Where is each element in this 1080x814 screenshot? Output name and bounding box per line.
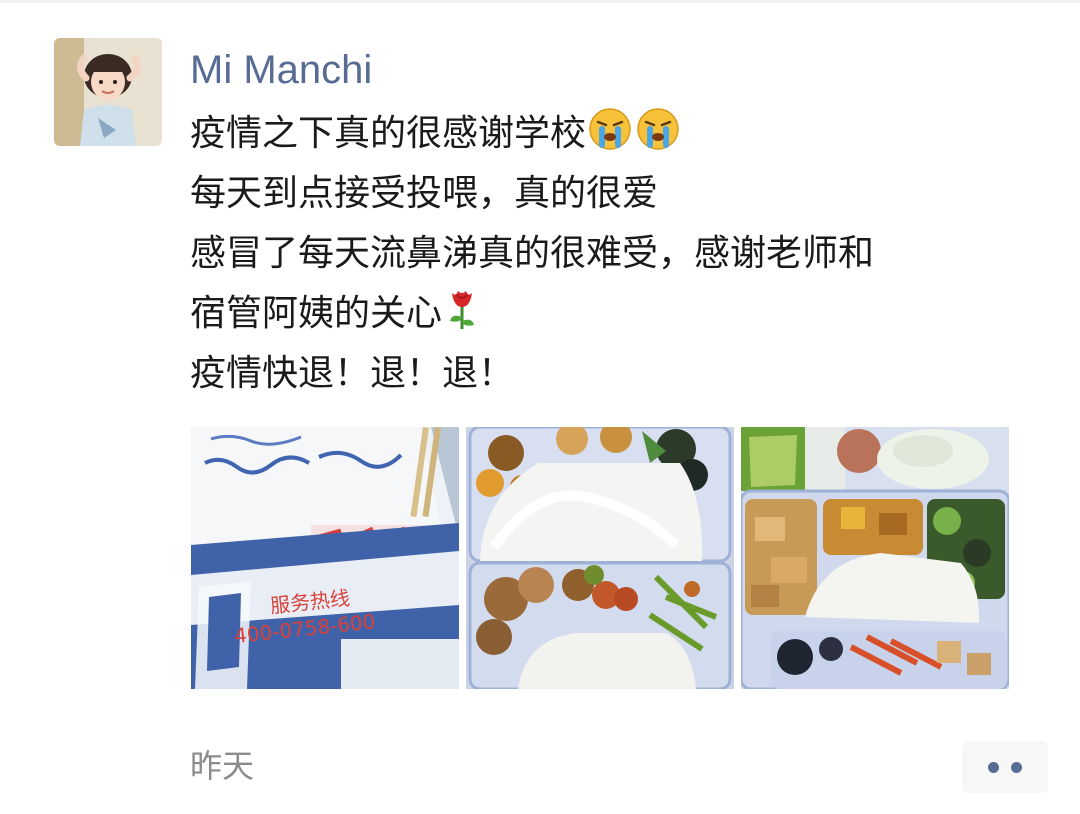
photo-lunch-boxes[interactable] [466, 427, 734, 689]
top-divider [0, 0, 1080, 3]
photo-grid: 服务热线 400-0758-600 [191, 427, 1009, 689]
photo-lunch-box-tofu-image [741, 427, 1009, 689]
rose-icon [450, 291, 475, 329]
photo-medicine-bag[interactable]: 服务热线 400-0758-600 [191, 427, 459, 689]
post-timestamp: 昨天 [190, 747, 255, 785]
more-button[interactable] [962, 741, 1048, 793]
more-dots-icon [1011, 761, 1022, 773]
photo-lunch-boxes-image [466, 427, 734, 689]
post-line-1-text: 疫情之下真的很感谢学校 [190, 113, 587, 154]
photo-medicine-bag-image: 服务热线 400-0758-600 [191, 427, 459, 689]
moments-post: Mi Manchi 疫情之下真的很感谢学校 每天到点接受投喂，真的很爱 感冒了每… [0, 0, 1080, 814]
avatar[interactable] [54, 38, 162, 146]
loudly-crying-face-icon [637, 108, 679, 150]
post-line-1: 疫情之下真的很感谢学校 [190, 104, 1060, 164]
more-dots-icon [988, 761, 999, 773]
post-text: 疫情之下真的很感谢学校 每天到点接受投喂，真的很爱 感冒了每天流鼻涕真的很难受，… [190, 104, 1060, 404]
photo-lunch-box-tofu[interactable] [741, 427, 1009, 689]
avatar-image [54, 38, 162, 146]
post-line-4: 宿管阿姨的关心 [190, 284, 1060, 344]
loudly-crying-face-icon [589, 108, 631, 150]
post-line-2: 每天到点接受投喂，真的很爱 [190, 173, 659, 214]
author-name[interactable]: Mi Manchi [190, 46, 372, 94]
post-line-4-text: 宿管阿姨的关心 [190, 293, 443, 334]
post-line-5: 疫情快退！退！退！ [190, 353, 515, 394]
post-line-3: 感冒了每天流鼻涕真的很难受，感谢老师和 [190, 233, 875, 274]
